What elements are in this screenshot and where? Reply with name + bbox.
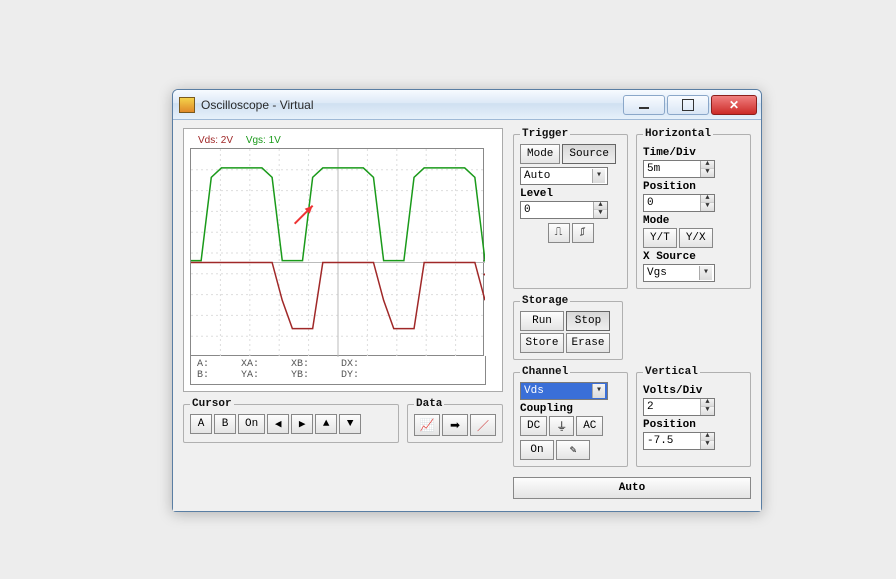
app-icon xyxy=(179,97,195,113)
timediv-value: 5m xyxy=(644,163,700,175)
timediv-label: Time/Div xyxy=(643,147,744,159)
channel-group: Channel Vds Coupling DC ⏚ AC On ✎ xyxy=(513,366,628,467)
storage-group: Storage Run Stop Store Erase xyxy=(513,295,623,360)
cursor-legend: Cursor xyxy=(190,398,234,410)
vgs-label: Vgs: 1V xyxy=(246,135,281,146)
trace-labels: Vds: 2V Vgs: 1V xyxy=(190,135,496,148)
close-button[interactable] xyxy=(711,95,757,115)
down-arrow-icon[interactable]: ▼ xyxy=(701,169,714,177)
minimize-button[interactable] xyxy=(623,95,665,115)
window-title: Oscilloscope - Virtual xyxy=(201,98,623,112)
data-legend: Data xyxy=(414,398,444,410)
scope-display[interactable] xyxy=(190,148,484,356)
window-controls xyxy=(623,95,757,115)
readout-b: B: xyxy=(197,370,209,381)
cursor-down-button[interactable]: ▼ xyxy=(339,414,361,434)
voltsdiv-value: 2 xyxy=(644,401,700,413)
readout-dx: DX: xyxy=(341,359,359,370)
coupling-label: Coupling xyxy=(520,403,621,415)
vertical-legend: Vertical xyxy=(643,366,700,378)
voltsdiv-label: Volts/Div xyxy=(643,385,744,397)
readout-xa: XA: xyxy=(241,359,259,370)
store-button[interactable]: Store xyxy=(520,333,564,353)
trigger-level-spinner[interactable]: 0 ▲▼ xyxy=(520,201,608,219)
data-group: Data 📈 ➡ ／ xyxy=(407,398,503,443)
trigger-legend: Trigger xyxy=(520,128,570,140)
coupling-dc-button[interactable]: DC xyxy=(520,416,547,436)
coupling-ac-button[interactable]: AC xyxy=(576,416,603,436)
data-export-icon[interactable]: ➡ xyxy=(442,414,468,436)
xsource-label: X Source xyxy=(643,251,744,263)
hpos-label: Position xyxy=(643,181,744,193)
vpos-label: Position xyxy=(643,419,744,431)
waveform-plot xyxy=(191,149,485,357)
right-column: Trigger Mode Source Auto Level 0 ▲▼ xyxy=(513,128,751,499)
down-arrow-icon[interactable]: ▼ xyxy=(701,407,714,415)
down-arrow-icon[interactable]: ▼ xyxy=(701,203,714,211)
channel-on-button[interactable]: On xyxy=(520,440,554,460)
cursor-b-button[interactable]: B xyxy=(214,414,236,434)
timediv-spinner[interactable]: 5m ▲▼ xyxy=(643,160,715,178)
trigger-falling-edge-button[interactable]: ⎎ xyxy=(572,223,594,243)
readout-ya: YA: xyxy=(241,370,259,381)
hmode-label: Mode xyxy=(643,215,744,227)
readout-dy: DY: xyxy=(341,370,359,381)
auto-button[interactable]: Auto xyxy=(513,477,751,499)
cursor-readouts: A: XA: XB: DX: B: YA: YB: DY: xyxy=(190,356,486,385)
hpos-value: 0 xyxy=(644,197,700,209)
readout-a: A: xyxy=(197,359,209,370)
xsource-value: Vgs xyxy=(647,267,667,279)
vpos-spinner[interactable]: -7.5 ▲▼ xyxy=(643,432,715,450)
trigger-level-label: Level xyxy=(520,188,621,200)
yt-mode-button[interactable]: Y/T xyxy=(643,228,677,248)
data-chart-icon[interactable]: 📈 xyxy=(414,414,440,436)
vds-label: Vds: 2V xyxy=(198,135,233,146)
channel-value: Vds xyxy=(524,385,544,397)
cursor-left-button[interactable]: ◀ xyxy=(267,414,289,434)
trigger-mode-value: Auto xyxy=(524,170,550,182)
readout-yb: YB: xyxy=(291,370,309,381)
trigger-group: Trigger Mode Source Auto Level 0 ▲▼ xyxy=(513,128,628,289)
oscilloscope-window: Oscilloscope - Virtual Vds: 2V Vgs: 1V A… xyxy=(172,89,762,512)
scope-panel: Vds: 2V Vgs: 1V A: XA: XB: DX: B: YA: xyxy=(183,128,503,392)
trigger-mode-select[interactable]: Auto xyxy=(520,167,608,185)
yx-mode-button[interactable]: Y/X xyxy=(679,228,713,248)
channel-probe-button[interactable]: ✎ xyxy=(556,440,590,460)
xsource-select[interactable]: Vgs xyxy=(643,264,715,282)
trigger-rising-edge-button[interactable]: ⎍ xyxy=(548,223,570,243)
titlebar[interactable]: Oscilloscope - Virtual xyxy=(173,90,761,120)
probe-icon: ✎ xyxy=(570,443,577,457)
cursor-right-button[interactable]: ▶ xyxy=(291,414,313,434)
channel-select[interactable]: Vds xyxy=(520,382,608,400)
erase-button[interactable]: Erase xyxy=(566,333,610,353)
readout-xb: XB: xyxy=(291,359,309,370)
stop-button[interactable]: Stop xyxy=(566,311,610,331)
data-line-icon[interactable]: ／ xyxy=(470,414,496,436)
cursor-on-button[interactable]: On xyxy=(238,414,265,434)
down-arrow-icon[interactable]: ▼ xyxy=(594,210,607,218)
hpos-spinner[interactable]: 0 ▲▼ xyxy=(643,194,715,212)
client-area: Vds: 2V Vgs: 1V A: XA: XB: DX: B: YA: xyxy=(173,120,761,511)
horizontal-group: Horizontal Time/Div 5m ▲▼ Position 0 ▲▼ … xyxy=(636,128,751,289)
coupling-gnd-button[interactable]: ⏚ xyxy=(549,416,574,436)
cursor-a-button[interactable]: A xyxy=(190,414,212,434)
cursor-up-button[interactable]: ▲ xyxy=(315,414,337,434)
trigger-level-value: 0 xyxy=(521,204,593,216)
maximize-button[interactable] xyxy=(667,95,709,115)
channel-legend: Channel xyxy=(520,366,570,378)
trigger-source-button[interactable]: Source xyxy=(562,144,616,164)
down-arrow-icon[interactable]: ▼ xyxy=(701,441,714,449)
run-button[interactable]: Run xyxy=(520,311,564,331)
trigger-mode-button[interactable]: Mode xyxy=(520,144,560,164)
horizontal-legend: Horizontal xyxy=(643,128,713,140)
storage-legend: Storage xyxy=(520,295,570,307)
left-column: Vds: 2V Vgs: 1V A: XA: XB: DX: B: YA: xyxy=(183,128,503,499)
cursor-group: Cursor A B On ◀ ▶ ▲ ▼ xyxy=(183,398,399,443)
voltsdiv-spinner[interactable]: 2 ▲▼ xyxy=(643,398,715,416)
vertical-group: Vertical Volts/Div 2 ▲▼ Position -7.5 ▲▼ xyxy=(636,366,751,467)
vpos-value: -7.5 xyxy=(644,435,700,447)
